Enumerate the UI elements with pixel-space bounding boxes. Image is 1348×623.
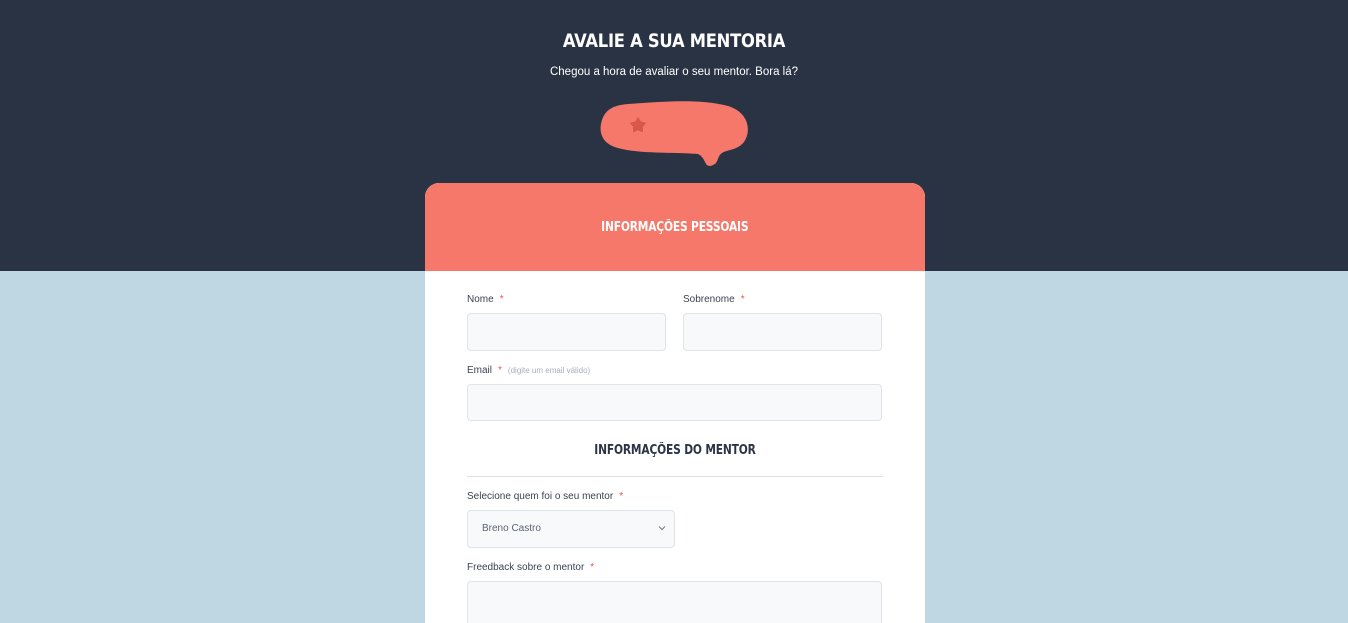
chevron-down-icon	[658, 526, 666, 531]
last-name-label-text: Sobrenome	[683, 294, 735, 305]
form-header-title: INFORMAÇÕES PESSOAIS	[601, 219, 749, 235]
rating-bubble	[598, 100, 754, 168]
page-title: AVALIE A SUA MENTORIA	[562, 30, 786, 52]
last-name-field[interactable]	[683, 313, 882, 351]
required-marker: *	[590, 562, 595, 573]
mentor-select-label: Selecione quem foi o seu mentor *	[467, 491, 623, 502]
required-marker: *	[619, 491, 624, 502]
required-marker: *	[498, 365, 502, 376]
email-hint: (digite um email válido)	[507, 366, 591, 375]
mentor-select-label-text: Selecione quem foi o seu mentor	[467, 491, 614, 502]
first-name-field[interactable]	[467, 313, 666, 351]
first-name-label-text: Nome	[467, 294, 494, 305]
feedback-field[interactable]	[467, 581, 882, 623]
required-marker: *	[740, 294, 745, 305]
star-icon[interactable]	[630, 117, 646, 133]
feedback-label-text: Freedback sobre o mentor	[467, 562, 585, 573]
speech-bubble-shape	[600, 101, 748, 166]
page-subtitle: Chegou a hora de avaliar o seu mentor. B…	[549, 66, 799, 78]
first-name-label: Nome *	[467, 294, 504, 305]
evaluation-form-card: INFORMAÇÕES PESSOAIS Nome * Sobrenome * Em…	[425, 183, 925, 623]
mentor-select-value: Breno Castro	[482, 523, 541, 534]
mentor-select[interactable]: Breno Castro	[467, 510, 675, 548]
last-name-label: Sobrenome *	[683, 294, 745, 305]
section-divider	[467, 476, 883, 477]
required-marker: *	[499, 294, 504, 305]
email-field[interactable]	[467, 384, 882, 421]
email-label: Email * (digite um email válido)	[467, 365, 590, 376]
mentor-section-title: INFORMAÇÕES DO MENTOR	[594, 443, 756, 458]
form-header: INFORMAÇÕES PESSOAIS	[425, 183, 925, 271]
feedback-label: Freedback sobre o mentor *	[467, 562, 594, 573]
email-label-text: Email	[467, 365, 493, 376]
